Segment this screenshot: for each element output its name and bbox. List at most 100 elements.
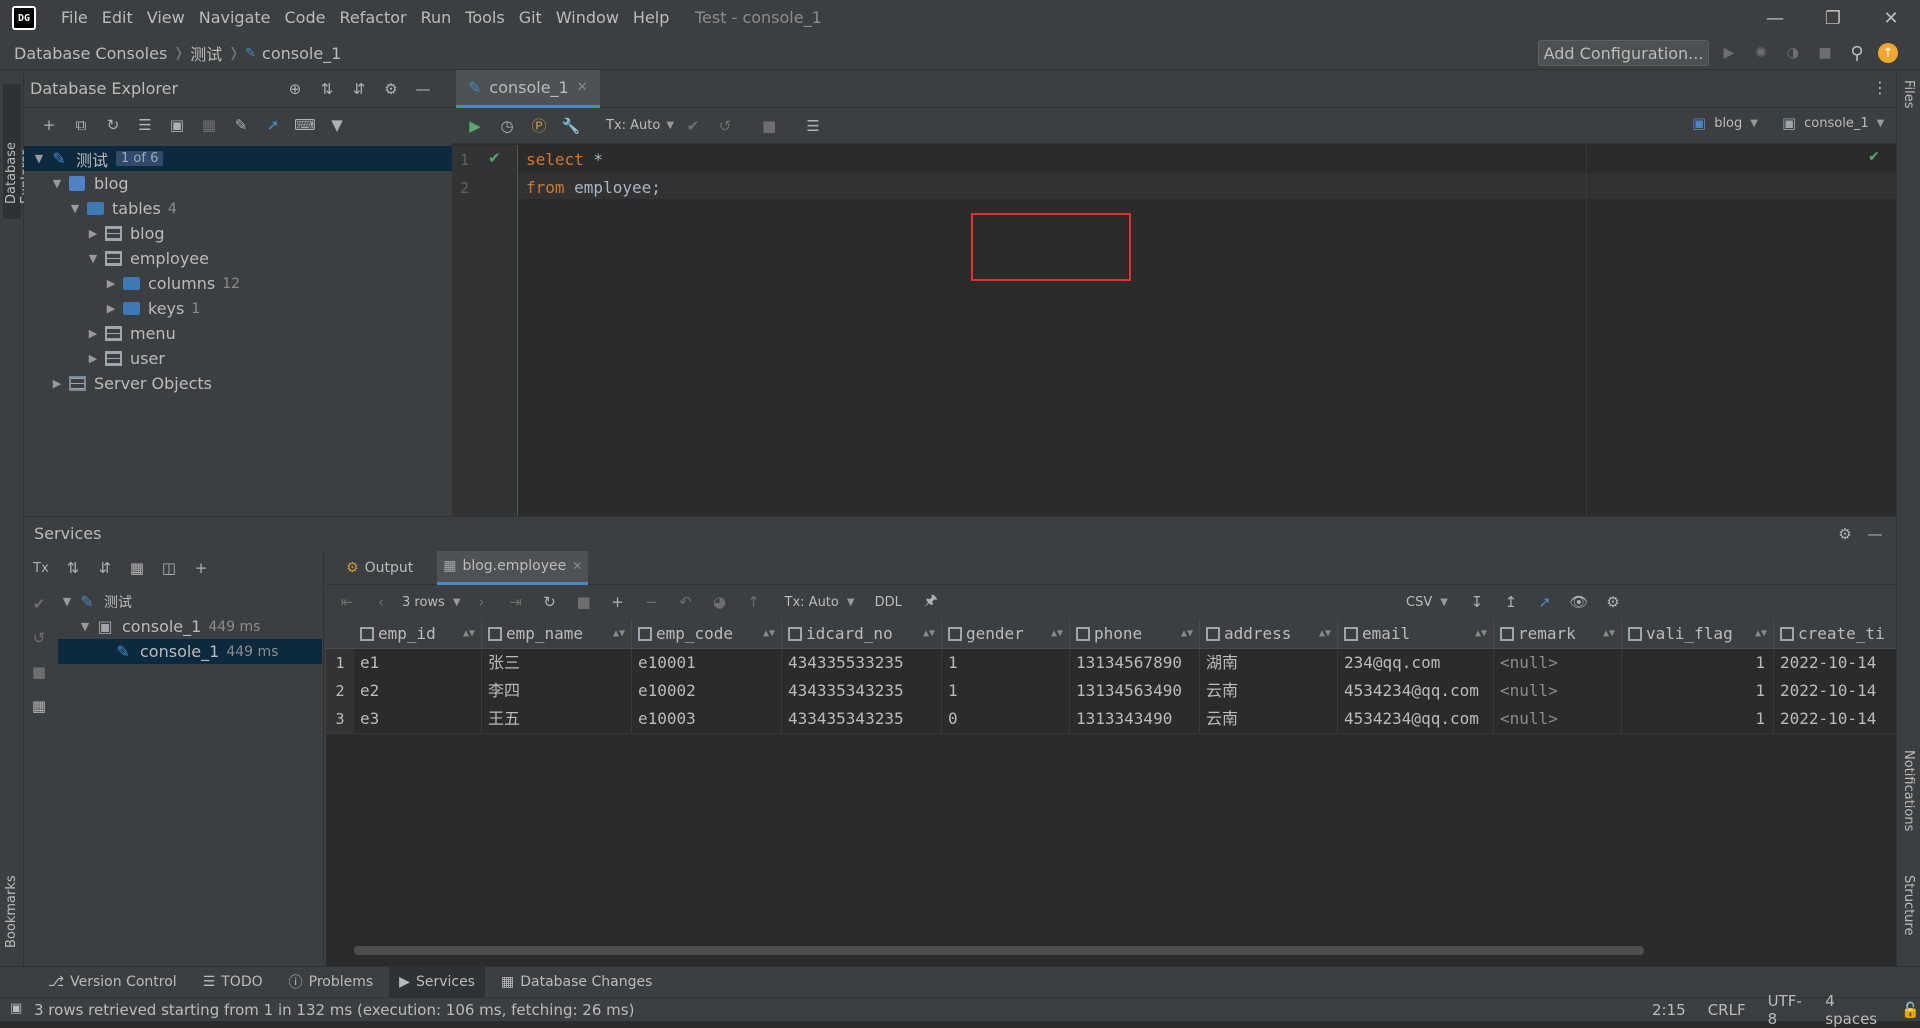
settings-icon[interactable]: ⚙ — [378, 76, 404, 102]
table-cell[interactable]: 2022-10-14 — [1774, 649, 1896, 677]
table-cell[interactable]: e2 — [354, 677, 482, 705]
compare-icon[interactable]: ➚ — [1532, 589, 1558, 615]
files-stripe-button[interactable]: Files — [1901, 80, 1919, 140]
caret-position[interactable]: 2:15 — [1652, 1001, 1686, 1019]
table-cell[interactable]: 1 — [1622, 705, 1774, 733]
update-icon[interactable]: ↑ — [1878, 43, 1898, 63]
table-cell[interactable]: 云南 — [1200, 677, 1338, 705]
column-header[interactable]: emp_code ▲▼ — [632, 619, 782, 649]
stop-icon[interactable]: ■ — [1814, 42, 1836, 64]
stop-icon[interactable]: ■ — [26, 659, 52, 685]
rollback-icon[interactable]: ↺ — [712, 113, 738, 139]
hide-panel-icon[interactable]: — — [410, 76, 436, 102]
column-header[interactable]: email ▲▼ — [1338, 619, 1494, 649]
table-cell[interactable]: 0 — [942, 705, 1070, 733]
tree-node-table-user[interactable]: ▶ user — [24, 346, 452, 371]
table-cell[interactable]: 2022-10-14 — [1774, 705, 1896, 733]
stop-icon[interactable]: ■ — [571, 589, 597, 615]
table-cell[interactable]: 王五 — [482, 705, 632, 733]
breadcrumb-console[interactable]: console_1 — [262, 44, 341, 63]
group-icon[interactable]: ▦ — [124, 555, 150, 581]
preview-icon[interactable]: ◕ — [707, 589, 733, 615]
add-row-icon[interactable]: + — [605, 589, 631, 615]
commit-icon[interactable]: ✔ — [26, 591, 52, 617]
notifications-stripe-button[interactable]: Notifications — [1901, 750, 1919, 850]
tree-node-keys[interactable]: ▶ keys 1 — [24, 296, 452, 321]
column-header[interactable]: idcard_no ▲▼ — [782, 619, 942, 649]
tx-mode-dropdown[interactable]: Tx: Auto — [785, 595, 839, 610]
code-line-2[interactable]: from employee; — [526, 175, 661, 201]
filter-icon[interactable]: ▼ — [324, 112, 350, 138]
tree-node-columns[interactable]: ▶ columns 12 — [24, 271, 452, 296]
execute-icon[interactable]: ▶ — [462, 113, 488, 139]
collapse-all-icon[interactable]: ⇵ — [92, 555, 118, 581]
tree-node-schema[interactable]: ▼ blog — [24, 171, 452, 196]
table-cell[interactable]: 234@qq.com — [1338, 649, 1494, 677]
table-cell[interactable]: 13134567890 — [1070, 649, 1200, 677]
row-number[interactable]: 1 — [326, 649, 354, 677]
copy-icon[interactable]: ⧉ — [68, 112, 94, 138]
last-page-icon[interactable]: ⇥ — [503, 589, 529, 615]
tool-window-version-control[interactable]: ⎇ Version Control — [38, 967, 187, 998]
table-cell[interactable]: 湖南 — [1200, 649, 1338, 677]
tab-blog-employee[interactable]: ▦ blog.employee ✕ — [437, 550, 589, 585]
table-cell[interactable]: 434335533235 — [782, 649, 942, 677]
table-cell[interactable]: 2022-10-14 — [1774, 677, 1896, 705]
history-icon[interactable]: ◷ — [494, 113, 520, 139]
export-format-dropdown[interactable]: CSV — [1406, 595, 1432, 610]
breadcrumb-datasource[interactable]: 测试 — [190, 41, 222, 65]
tool-window-todo[interactable]: ☰ TODO — [193, 967, 273, 998]
expand-all-icon[interactable]: ⇅ — [60, 555, 86, 581]
column-header[interactable]: gender ▲▼ — [942, 619, 1070, 649]
revert-icon[interactable]: ↶ — [673, 589, 699, 615]
search-icon[interactable]: ⚲ — [1846, 42, 1868, 64]
sort-icon[interactable]: ▲▼ — [1051, 628, 1063, 639]
menu-code[interactable]: Code — [278, 0, 333, 36]
column-header[interactable]: address ▲▼ — [1200, 619, 1338, 649]
rows-count-dropdown[interactable]: 3 rows — [402, 595, 445, 610]
service-tree-console[interactable]: ✎ console_1 449 ms — [58, 639, 322, 664]
sort-icon[interactable]: ▲▼ — [1475, 628, 1487, 639]
menu-tools[interactable]: Tools — [458, 0, 511, 36]
menu-help[interactable]: Help — [626, 0, 676, 36]
table-cell[interactable]: 1 — [1622, 677, 1774, 705]
tree-node-table-employee[interactable]: ▼ employee — [24, 246, 452, 271]
menu-file[interactable]: File — [54, 0, 95, 36]
table-cell[interactable]: <null> — [1494, 705, 1622, 733]
close-window-button[interactable]: ✕ — [1862, 0, 1920, 36]
download-icon[interactable]: ↧ — [1464, 589, 1490, 615]
debug-icon[interactable]: ✺ — [1750, 42, 1772, 64]
table-cell[interactable]: 1 — [942, 649, 1070, 677]
code-area[interactable]: select * from employee; ✔ — [518, 145, 1896, 516]
edit-icon[interactable]: ✎ — [228, 112, 254, 138]
datasource-badge[interactable]: 1 of 6 — [116, 151, 164, 166]
cancel-icon[interactable]: ■ — [756, 113, 782, 139]
wrench-icon[interactable]: 🔧 — [558, 113, 584, 139]
table-cell[interactable]: 张三 — [482, 649, 632, 677]
console-query-icon[interactable]: ⌨ — [292, 112, 318, 138]
add-configuration-button[interactable]: Add Configuration... — [1538, 40, 1709, 66]
menu-git[interactable]: Git — [512, 0, 549, 36]
lock-icon[interactable]: 🔓 — [1901, 1001, 1920, 1019]
menu-navigate[interactable]: Navigate — [192, 0, 278, 36]
sort-icon[interactable]: ▲▼ — [463, 628, 475, 639]
table-icon[interactable]: ▦ — [196, 112, 222, 138]
table-cell[interactable]: 1 — [1622, 649, 1774, 677]
column-header[interactable]: vali_flag ▲▼ — [1622, 619, 1774, 649]
table-cell[interactable]: e10001 — [632, 649, 782, 677]
sort-icon[interactable]: ▲▼ — [1181, 628, 1193, 639]
hide-panel-icon[interactable]: — — [1862, 521, 1888, 547]
tree-node-server-objects[interactable]: ▶ Server Objects — [24, 371, 452, 396]
reload-icon[interactable]: ↻ — [537, 589, 563, 615]
table-cell[interactable]: 4534234@qq.com — [1338, 705, 1494, 733]
tx-mode-dropdown[interactable]: Tx: Auto — [606, 118, 660, 133]
row-number[interactable]: 2 — [326, 677, 354, 705]
column-header[interactable]: remark ▲▼ — [1494, 619, 1622, 649]
table-cell[interactable]: 13134563490 — [1070, 677, 1200, 705]
tool-window-database-changes[interactable]: ▦ Database Changes — [491, 967, 662, 998]
menu-refactor[interactable]: Refactor — [332, 0, 413, 36]
table-cell[interactable]: 1313343490 — [1070, 705, 1200, 733]
jump-icon[interactable]: ➚ — [260, 112, 286, 138]
sort-icon[interactable]: ▲▼ — [1319, 628, 1331, 639]
service-tree-session[interactable]: ▼ ▣ console_1 449 ms — [58, 614, 322, 639]
